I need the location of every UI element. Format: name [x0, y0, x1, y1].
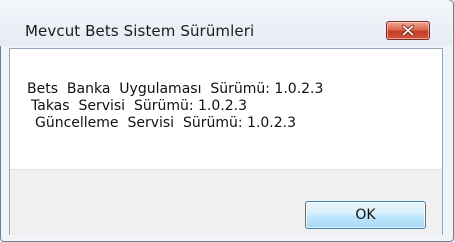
close-icon: [401, 24, 415, 37]
clearing-service-version-text: Takas Servisi Sürümü: 1.0.2.3: [31, 98, 248, 114]
ok-button[interactable]: OK: [305, 201, 426, 229]
update-service-version-text: Güncelleme Servisi Sürümü: 1.0.2.3: [35, 115, 297, 131]
version-dialog: Mevcut Bets Sistem Sürümleri Bets Banka …: [0, 0, 454, 242]
button-bar: OK: [10, 169, 442, 235]
message-area: Bets Banka Uygulaması Sürümü: 1.0.2.3 Ta…: [10, 49, 442, 169]
window-title: Mevcut Bets Sistem Sürümleri: [25, 22, 255, 40]
title-bar[interactable]: Mevcut Bets Sistem Sürümleri: [0, 0, 452, 46]
dialog-client-area: Bets Banka Uygulaması Sürümü: 1.0.2.3 Ta…: [9, 48, 443, 235]
close-button[interactable]: [386, 21, 430, 40]
bank-app-version-text: Bets Banka Uygulaması Sürümü: 1.0.2.3: [27, 81, 324, 97]
